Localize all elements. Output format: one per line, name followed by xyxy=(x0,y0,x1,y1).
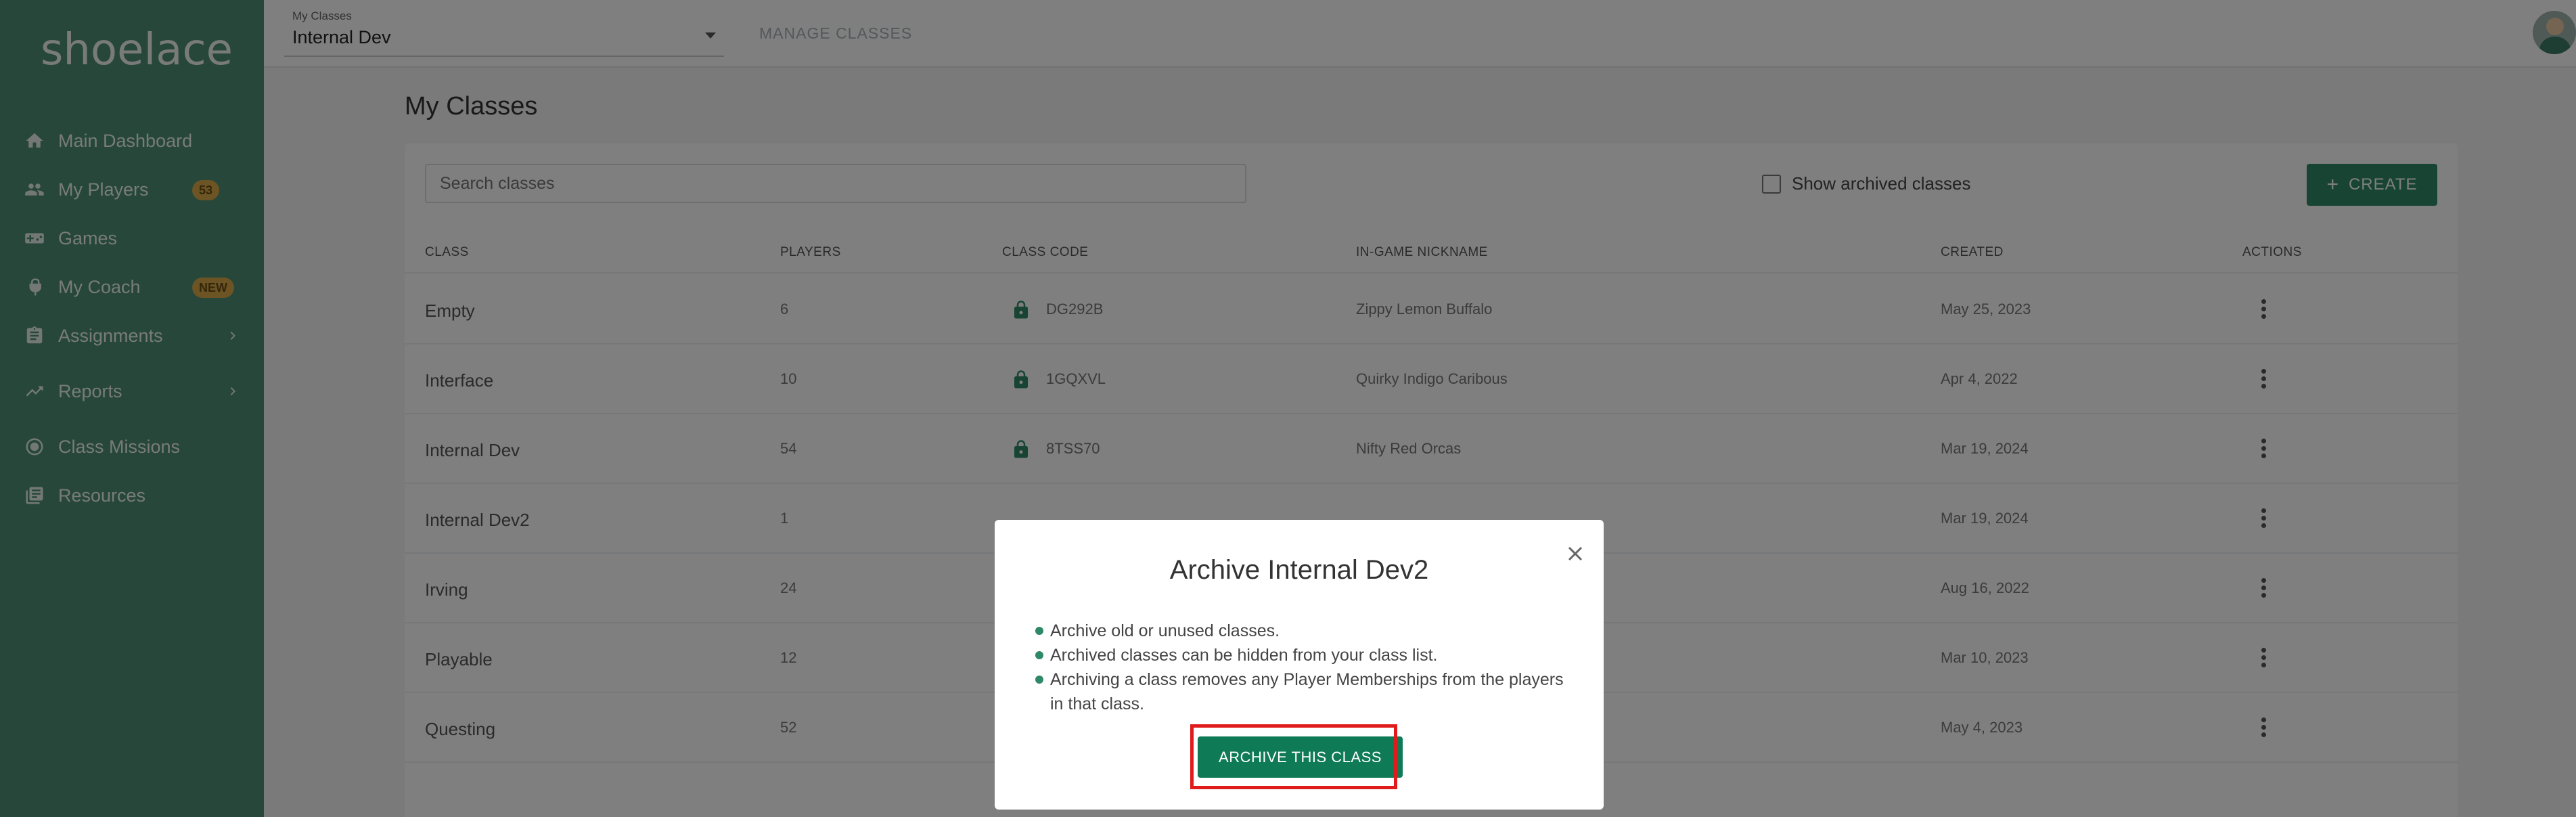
archive-class-dialog: Archive Internal Dev2 Archive old or unu… xyxy=(995,520,1604,810)
bullet-item: Archived classes can be hidden from your… xyxy=(1035,643,1577,667)
dialog-bullets: Archive old or unused classes. Archived … xyxy=(1035,619,1577,716)
highlight-box xyxy=(1190,724,1397,789)
bullet-item: Archive old or unused classes. xyxy=(1035,619,1577,643)
close-icon[interactable] xyxy=(1564,543,1586,565)
bullet-item: Archiving a class removes any Player Mem… xyxy=(1035,667,1577,716)
dialog-title: Archive Internal Dev2 xyxy=(1169,555,1429,585)
